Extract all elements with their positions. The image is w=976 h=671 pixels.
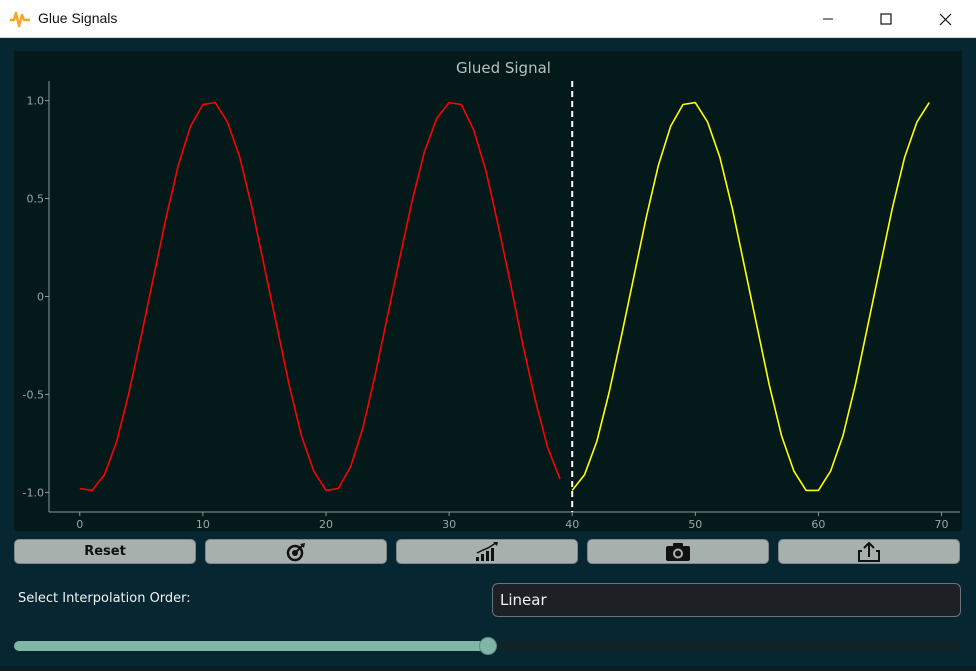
close-button[interactable] [915, 0, 975, 38]
y-tick-label: -1.0 [23, 486, 44, 499]
x-tick-label: 10 [196, 518, 210, 531]
x-tick-label: 50 [688, 518, 702, 531]
interpolation-order-label: Select Interpolation Order: [18, 591, 191, 606]
trend-button[interactable] [396, 539, 578, 564]
target-icon [286, 542, 305, 561]
y-tick-label: 0 [37, 291, 44, 304]
interpolation-order-select[interactable]: Linear [492, 583, 961, 617]
title-bar: Glue Signals [0, 0, 976, 38]
maximize-icon [880, 13, 892, 25]
interpolation-order-value: Linear [500, 591, 547, 609]
screenshot-button[interactable] [587, 539, 769, 564]
signal-app-icon [10, 11, 30, 28]
slider-fill [14, 641, 488, 651]
reset-button-label: Reset [84, 544, 126, 559]
series-line-1 [79, 101, 561, 492]
chart-title: Glued Signal [456, 59, 551, 77]
x-tick-label: 0 [76, 518, 83, 531]
close-icon [939, 13, 951, 25]
series-line-2 [571, 101, 930, 492]
autoscale-button[interactable] [205, 539, 387, 564]
chart-growth-icon [476, 541, 498, 561]
x-tick-label: 30 [442, 518, 456, 531]
x-tick-label: 20 [319, 518, 333, 531]
reset-button[interactable]: Reset [14, 539, 196, 564]
camera-icon [666, 542, 690, 561]
y-tick-label: 0.5 [27, 193, 45, 206]
x-tick-label: 60 [811, 518, 825, 531]
plot-panel[interactable]: Glued Signal 1.0 0.5 0 -0.5 -1.0 0 10 20 30 40 50 60… [14, 51, 962, 531]
minimize-icon [823, 18, 833, 20]
maximize-button[interactable] [856, 0, 916, 38]
slider-handle[interactable] [479, 637, 497, 655]
window-title: Glue Signals [38, 10, 118, 26]
export-button[interactable] [778, 539, 960, 564]
x-tick-label: 70 [935, 518, 949, 531]
slider-track[interactable] [14, 637, 962, 655]
y-tick-label: 1.0 [27, 95, 45, 108]
minimize-button[interactable] [798, 0, 858, 38]
share-icon [858, 541, 880, 562]
y-tick-label: -0.5 [23, 388, 44, 401]
x-tick-label: 40 [565, 518, 579, 531]
glued-signal-chart[interactable]: Glued Signal 1.0 0.5 0 -0.5 -1.0 0 10 20 30 40 50 60… [14, 51, 962, 531]
bottom-strip [0, 666, 976, 671]
